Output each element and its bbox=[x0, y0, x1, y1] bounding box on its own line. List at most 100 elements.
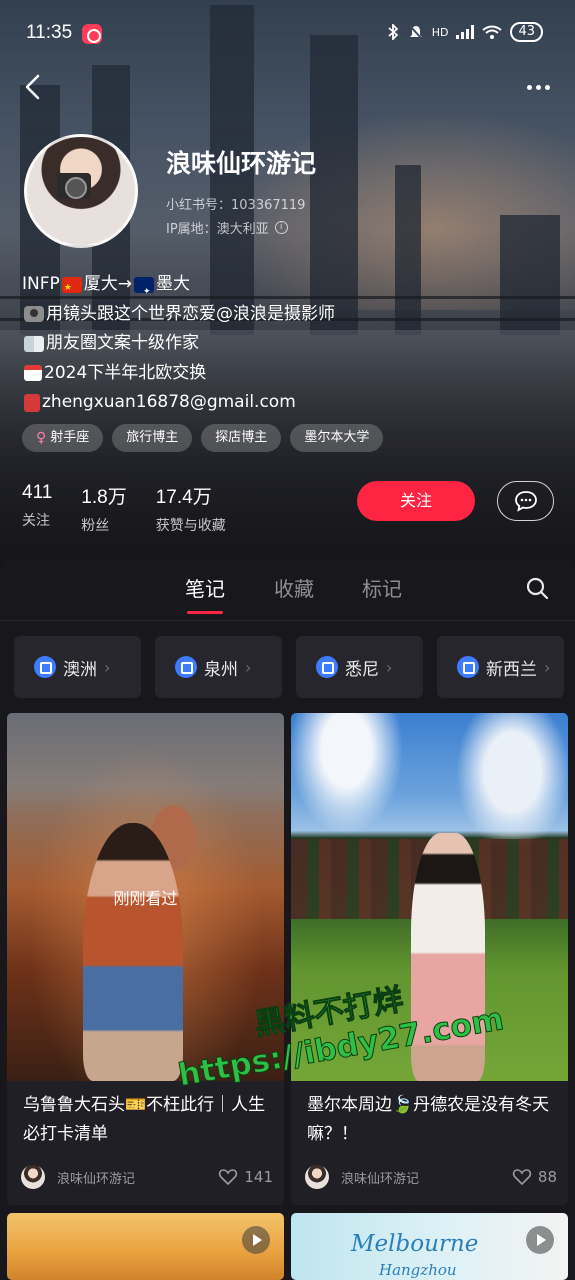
note-card[interactable]: 刚刚看过 乌鲁鲁大石头🎫不枉此行｜人生必打卡清单 浪味仙环游记 141 bbox=[7, 713, 284, 1205]
collection-item[interactable]: 泉州 › bbox=[155, 636, 282, 698]
note-card[interactable] bbox=[7, 1213, 284, 1280]
ip-location-text: IP属地：澳大利亚 bbox=[166, 222, 269, 237]
note-title: 乌鲁鲁大石头🎫不枉此行｜人生必打卡清单 bbox=[23, 1095, 266, 1144]
author-name[interactable]: 浪味仙环游记 bbox=[341, 1168, 512, 1187]
video-play-icon bbox=[242, 1226, 270, 1254]
message-button[interactable] bbox=[497, 481, 554, 521]
note-card[interactable]: Melbourne Hangzhou bbox=[291, 1213, 568, 1280]
person-figure bbox=[411, 833, 485, 1081]
note-meta: 浪味仙环游记 88 bbox=[305, 1165, 557, 1189]
collection-label: 新西兰 bbox=[486, 659, 537, 680]
tag-food[interactable]: 探店博主 bbox=[201, 424, 282, 452]
album-icon bbox=[34, 656, 56, 678]
stat-followers[interactable]: 1.8万 粉丝 bbox=[81, 482, 126, 535]
tab-notes[interactable]: 笔记 bbox=[185, 573, 225, 614]
stat-number: 17.4万 bbox=[155, 487, 212, 508]
status-icons: HD 43 bbox=[386, 22, 543, 42]
note-card[interactable]: 墨尔本周边🍃丹德农是没有冬天嘛？！ 浪味仙环游记 88 bbox=[291, 713, 568, 1205]
profile-tags: ♀ 射手座 旅行博主 探店博主 墨尔本大学 bbox=[22, 424, 384, 452]
recently-viewed-label: 刚刚看过 bbox=[113, 889, 178, 908]
image-text: Melbourne bbox=[351, 1231, 479, 1257]
tag-zodiac[interactable]: ♀ 射手座 bbox=[22, 424, 104, 452]
follow-button[interactable]: 关注 bbox=[357, 481, 475, 521]
collection-item[interactable]: 新西兰 › bbox=[437, 636, 564, 698]
profile-stats: 411 关注 1.8万 粉丝 17.4万 获赞与收藏 bbox=[22, 482, 226, 535]
tag-label: 射手座 bbox=[50, 430, 90, 445]
bio-line: zhengxuan16878@gmail.com bbox=[22, 388, 335, 418]
collection-item[interactable]: 澳洲 › bbox=[14, 636, 141, 698]
collection-label: 泉州 bbox=[204, 659, 238, 680]
stat-label: 关注 bbox=[22, 513, 50, 529]
stat-number: 411 bbox=[22, 482, 53, 503]
mailbox-icon bbox=[24, 393, 40, 412]
bio: INFP 厦大→ 墨大 用镜头跟这个世界恋爱@浪浪是摄影师 朋友圈文案十级作家 … bbox=[22, 270, 335, 418]
person-figure bbox=[83, 823, 183, 1081]
bio-email: zhengxuan16878@gmail.com bbox=[42, 392, 296, 412]
signal-icon bbox=[456, 25, 475, 39]
bio-line: 2024下半年北欧交换 bbox=[22, 359, 335, 389]
network-label: HD bbox=[431, 25, 449, 39]
info-icon[interactable]: i bbox=[274, 221, 288, 234]
book-icon bbox=[24, 335, 44, 352]
chevron-right-icon: › bbox=[104, 657, 111, 677]
bio-text: 墨大 bbox=[156, 274, 191, 294]
bio-text: 厦大→ bbox=[83, 274, 133, 294]
stat-label: 获赞与收藏 bbox=[155, 518, 226, 534]
female-icon: ♀ bbox=[36, 430, 47, 446]
author-avatar[interactable] bbox=[305, 1165, 329, 1189]
chevron-right-icon: › bbox=[386, 657, 393, 677]
bio-text: 用镜头跟这个世界恋爱@浪浪是摄影师 bbox=[46, 303, 335, 324]
wifi-icon bbox=[482, 25, 503, 39]
bio-text: INFP bbox=[22, 274, 60, 294]
more-options-icon[interactable] bbox=[521, 70, 555, 104]
image-text: Hangzhou bbox=[379, 1261, 457, 1279]
chevron-right-icon: › bbox=[245, 657, 252, 677]
bio-line: 用镜头跟这个世界恋爱@浪浪是摄影师 bbox=[22, 300, 335, 330]
mute-bell-icon bbox=[408, 25, 423, 40]
bluetooth-icon bbox=[388, 24, 399, 40]
china-flag-icon bbox=[61, 274, 82, 303]
chevron-right-icon: › bbox=[544, 657, 551, 677]
search-icon[interactable] bbox=[525, 576, 549, 600]
note-meta: 浪味仙环游记 141 bbox=[21, 1165, 273, 1189]
camera-icon bbox=[24, 306, 44, 323]
tab-collections[interactable]: 收藏 bbox=[274, 573, 314, 602]
tag-school[interactable]: 墨尔本大学 bbox=[290, 424, 384, 452]
heart-icon[interactable] bbox=[218, 1167, 238, 1187]
like-count: 88 bbox=[537, 1168, 557, 1186]
calendar-icon bbox=[24, 365, 42, 382]
battery-indicator: 43 bbox=[510, 22, 543, 42]
tab-marks[interactable]: 标记 bbox=[362, 573, 402, 602]
note-cover-image bbox=[291, 713, 568, 1081]
collection-row: 澳洲 › 泉州 › 悉尼 › 新西兰 › bbox=[14, 636, 564, 698]
bio-line: 朋友圈文案十级作家 bbox=[22, 329, 335, 359]
bio-line: INFP 厦大→ 墨大 bbox=[22, 270, 335, 308]
note-cover-image: 刚刚看过 bbox=[7, 713, 284, 1081]
heart-icon[interactable] bbox=[512, 1167, 532, 1187]
bio-text: 朋友圈文案十级作家 bbox=[46, 333, 199, 353]
avatar[interactable] bbox=[24, 134, 138, 248]
back-arrow-icon[interactable] bbox=[18, 70, 52, 104]
author-name[interactable]: 浪味仙环游记 bbox=[57, 1168, 218, 1187]
album-icon bbox=[457, 656, 479, 678]
stat-following[interactable]: 411 关注 bbox=[22, 482, 52, 535]
red-id[interactable]: 小红书号：103367119 bbox=[166, 194, 305, 213]
app-notification-icon bbox=[82, 24, 102, 44]
video-play-icon bbox=[526, 1226, 554, 1254]
australia-flag-icon bbox=[134, 276, 155, 307]
collection-item[interactable]: 悉尼 › bbox=[296, 636, 423, 698]
album-icon bbox=[175, 656, 197, 678]
author-avatar[interactable] bbox=[21, 1165, 45, 1189]
stat-label: 粉丝 bbox=[81, 518, 110, 534]
bio-text: 2024下半年北欧交换 bbox=[44, 362, 207, 383]
nickname: 浪味仙环游记 bbox=[166, 149, 317, 178]
stat-number: 1.8万 bbox=[81, 487, 127, 508]
tag-travel[interactable]: 旅行博主 bbox=[112, 424, 193, 452]
album-icon bbox=[316, 656, 338, 678]
stat-likes[interactable]: 17.4万 获赞与收藏 bbox=[156, 482, 226, 535]
status-time: 11:35 bbox=[26, 22, 73, 43]
collection-label: 悉尼 bbox=[345, 659, 379, 680]
note-title: 墨尔本周边🍃丹德农是没有冬天嘛？！ bbox=[307, 1095, 550, 1144]
collection-label: 澳洲 bbox=[63, 659, 97, 680]
like-count: 141 bbox=[244, 1168, 273, 1186]
